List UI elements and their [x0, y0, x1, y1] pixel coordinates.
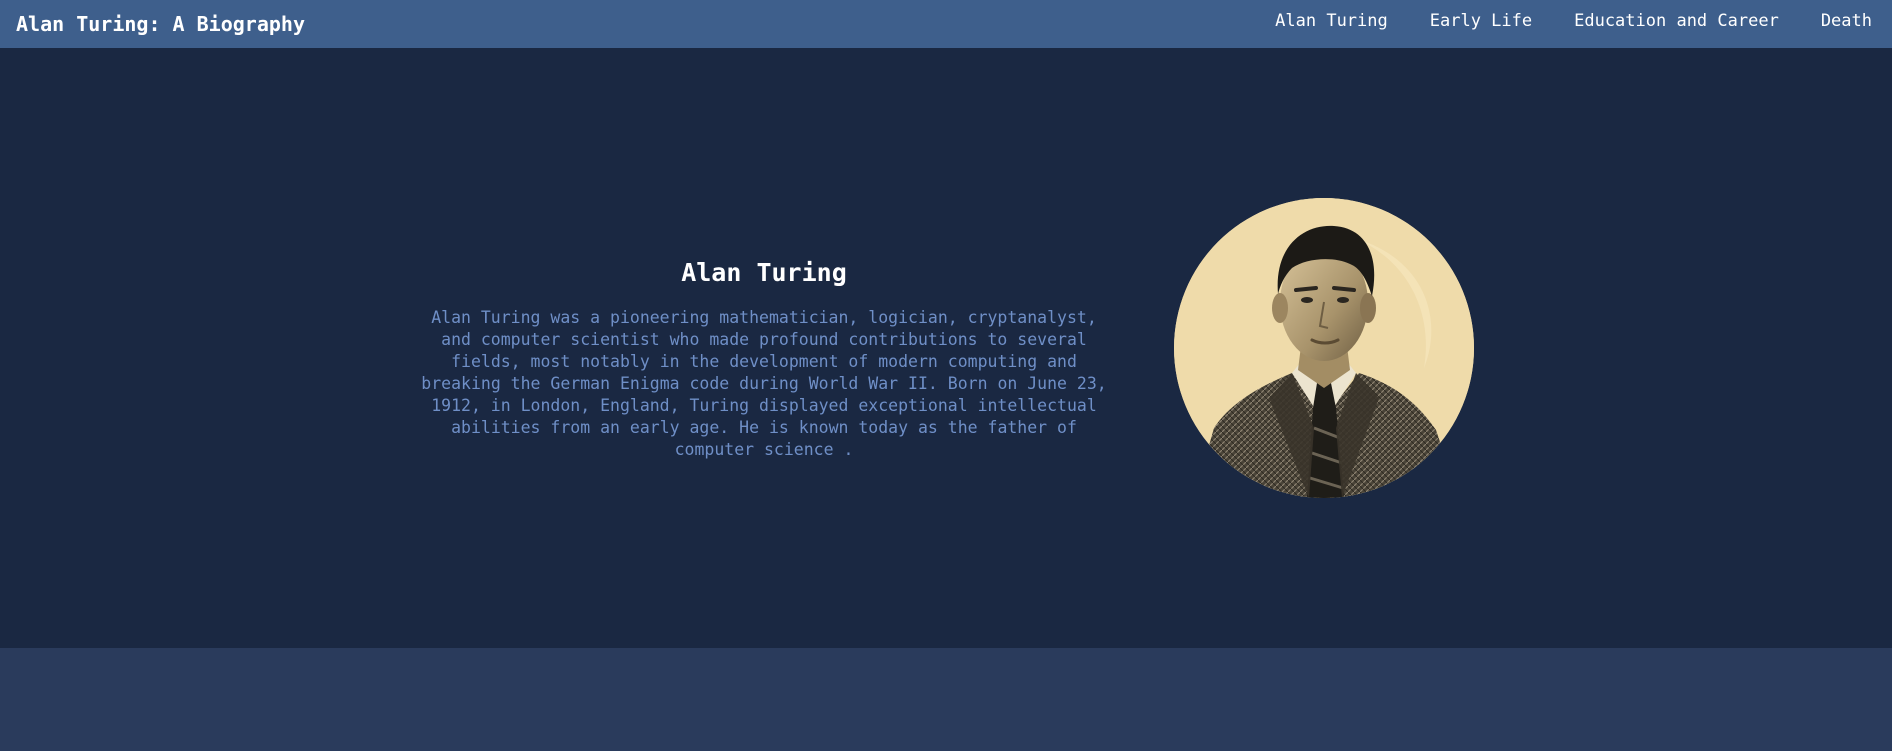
hero-text: Alan Turing Alan Turing was a pioneering…: [400, 258, 1128, 461]
site-brand[interactable]: Alan Turing: A Biography: [16, 12, 305, 36]
nav-links: Alan Turing Early Life Education and Car…: [1233, 0, 1876, 48]
nav-link-early-life[interactable]: Early Life: [1430, 11, 1532, 31]
hero-section: Alan Turing Alan Turing was a pioneering…: [0, 48, 1892, 648]
nav-link-alan-turing[interactable]: Alan Turing: [1275, 11, 1388, 31]
hero-title: Alan Turing: [681, 258, 847, 287]
portrait-illustration: [1174, 198, 1474, 498]
top-navbar: Alan Turing: A Biography Alan Turing Ear…: [0, 0, 1892, 48]
footer-band: [0, 648, 1892, 751]
nav-link-education-and-career[interactable]: Education and Career: [1574, 11, 1779, 31]
nav-link-death[interactable]: Death: [1821, 11, 1872, 31]
hero-description: Alan Turing was a pioneering mathematici…: [421, 308, 1107, 459]
portrait-image: [1174, 198, 1474, 498]
